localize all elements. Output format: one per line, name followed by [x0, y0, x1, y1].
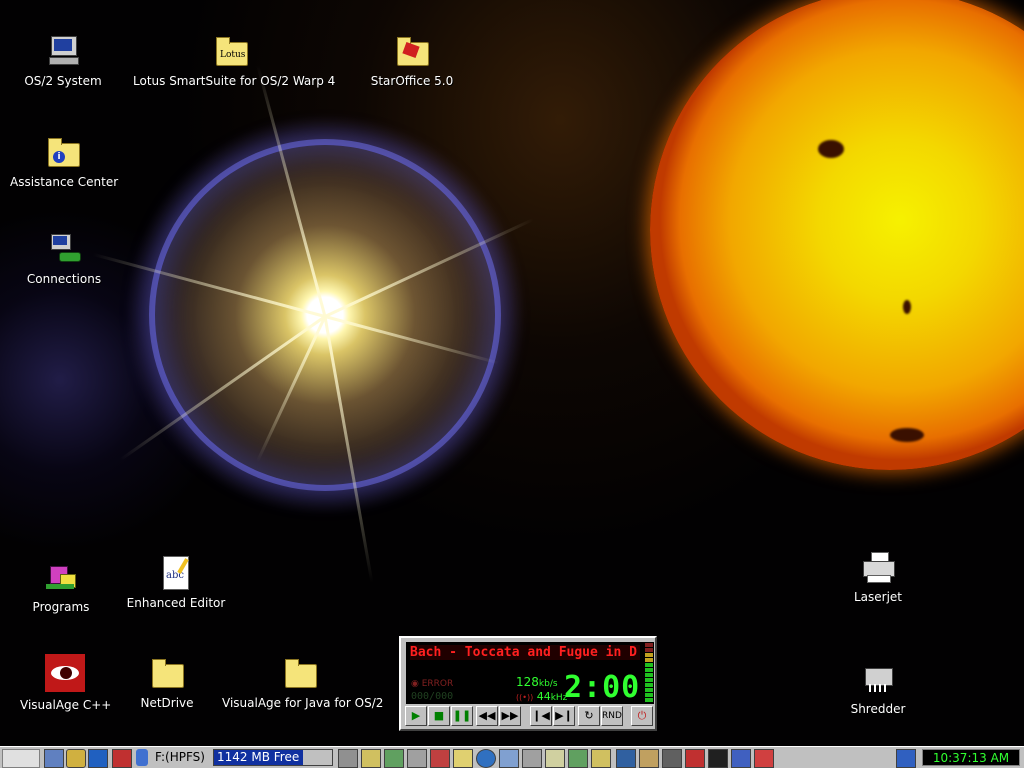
- icon-label: Connections: [26, 272, 102, 286]
- tray-icon[interactable]: [476, 749, 496, 768]
- tray-icon[interactable]: [754, 749, 774, 768]
- pause-button[interactable]: ❚❚: [451, 706, 473, 726]
- shredder-machine-icon: [861, 662, 895, 696]
- os2-logo-icon[interactable]: [2, 749, 40, 768]
- power-button[interactable]: ⏻: [631, 706, 653, 726]
- bitrate-value: 128: [516, 675, 539, 689]
- laserjet-icon[interactable]: Laserjet: [838, 550, 918, 604]
- system-monitor-icon[interactable]: [112, 749, 132, 768]
- tray-icon[interactable]: [639, 749, 659, 768]
- desktop-background: OS/2 System Lotus Lotus SmartSuite for O…: [0, 0, 1024, 746]
- computer-icon: [46, 34, 80, 68]
- warpcenter-taskbar: F:(HPFS) 1142 MB Free 10:37:13 AM: [0, 746, 1024, 768]
- free-space-text: 1142 MB Free: [217, 750, 300, 764]
- lock-icon[interactable]: [66, 749, 86, 768]
- os2-system-icon[interactable]: OS/2 System: [18, 34, 108, 88]
- free-space-meter[interactable]: 1142 MB Free: [213, 749, 333, 766]
- player-display: Bach - Toccata and Fugue in D ◉ ERROR 00…: [406, 642, 644, 705]
- folder-icon: [283, 656, 317, 690]
- tray-icon[interactable]: [616, 749, 636, 768]
- visualage-java-icon[interactable]: VisualAge for Java for OS/2: [222, 656, 384, 710]
- tray-icon[interactable]: [591, 749, 611, 768]
- icon-label: Enhanced Editor: [126, 596, 226, 610]
- folder-icon: Lotus: [214, 34, 248, 68]
- tray-icon[interactable]: [522, 749, 542, 768]
- samplerate-value: 44: [536, 690, 551, 703]
- bitrate: 128kb/s: [516, 675, 558, 689]
- connections-icon[interactable]: Connections: [19, 232, 109, 286]
- window-list-icon[interactable]: [44, 749, 64, 768]
- netdrive-icon[interactable]: NetDrive: [122, 656, 212, 710]
- tray-icon[interactable]: [662, 749, 682, 768]
- find-icon[interactable]: [88, 749, 108, 768]
- icon-label: StarOffice 5.0: [370, 74, 454, 88]
- shredder-icon[interactable]: Shredder: [838, 662, 918, 716]
- icon-label: OS/2 System: [24, 74, 102, 88]
- error-label: ERROR: [421, 679, 454, 689]
- tray-icon[interactable]: [731, 749, 751, 768]
- clock[interactable]: 10:37:13 AM: [922, 749, 1020, 766]
- tray-icon[interactable]: [453, 749, 473, 768]
- icon-label: Assistance Center: [10, 175, 119, 189]
- tray-icon[interactable]: [499, 749, 519, 768]
- volume-meter[interactable]: [644, 642, 654, 704]
- lotus-smartsuite-icon[interactable]: Lotus Lotus SmartSuite for OS/2 Warp 4: [133, 34, 336, 88]
- icon-label: Programs: [32, 600, 90, 614]
- song-title: Bach - Toccata and Fugue in D: [410, 645, 640, 660]
- tray-icon[interactable]: [407, 749, 427, 768]
- media-player[interactable]: Bach - Toccata and Fugue in D ◉ ERROR 00…: [399, 636, 657, 731]
- drive-label[interactable]: F:(HPFS): [155, 749, 205, 766]
- programs-icon[interactable]: Programs: [16, 560, 106, 614]
- stop-button[interactable]: ■: [428, 706, 450, 726]
- track-counter: 000/000: [411, 691, 454, 702]
- programs-box-icon: [44, 560, 78, 594]
- icon-label: NetDrive: [140, 696, 194, 710]
- next-track-button[interactable]: ▶❙: [553, 706, 575, 726]
- sun-image: [650, 0, 1024, 470]
- staroffice-icon[interactable]: StarOffice 5.0: [367, 34, 457, 88]
- folder-icon: i: [46, 135, 80, 169]
- folder-icon: [395, 34, 429, 68]
- rewind-button[interactable]: ◀◀: [476, 706, 498, 726]
- random-button[interactable]: RND: [601, 706, 623, 726]
- bitrate-unit: kb/s: [538, 679, 558, 689]
- icon-label: VisualAge C++: [20, 698, 112, 712]
- tray-icon[interactable]: [361, 749, 381, 768]
- tray-icon[interactable]: [685, 749, 705, 768]
- assistance-center-icon[interactable]: i Assistance Center: [10, 135, 119, 189]
- folder-icon: [150, 656, 184, 690]
- random-label: RND: [602, 711, 622, 721]
- icon-label: Shredder: [850, 702, 906, 716]
- document-icon: abc: [159, 556, 193, 590]
- network-computer-icon: [47, 232, 81, 266]
- visualage-cpp-icon[interactable]: VisualAge C++: [20, 654, 112, 712]
- icon-label: Laserjet: [853, 590, 903, 604]
- previous-track-button[interactable]: ❙◀: [530, 706, 552, 726]
- drive-icon[interactable]: [136, 749, 148, 766]
- play-button[interactable]: ▶: [405, 706, 427, 726]
- lotus-badge: Lotus: [220, 50, 246, 60]
- icon-label: Lotus SmartSuite for OS/2 Warp 4: [133, 74, 336, 88]
- info-icon[interactable]: [896, 749, 916, 768]
- tray-icon[interactable]: [545, 749, 565, 768]
- fast-forward-button[interactable]: ▶▶: [499, 706, 521, 726]
- printer-icon: [861, 550, 895, 584]
- tray-icon[interactable]: [708, 749, 728, 768]
- elapsed-time: 2:00: [564, 670, 641, 705]
- error-indicator: ◉ ERROR: [411, 679, 454, 689]
- enhanced-editor-icon[interactable]: abc Enhanced Editor: [126, 556, 226, 610]
- tray-icon[interactable]: [430, 749, 450, 768]
- tray-icon[interactable]: [384, 749, 404, 768]
- tray-icon[interactable]: [568, 749, 588, 768]
- tray-icon[interactable]: [338, 749, 358, 768]
- samplerate: ((•)) 44kHz: [516, 690, 568, 703]
- eye-icon: [45, 654, 85, 694]
- icon-label: VisualAge for Java for OS/2: [222, 696, 384, 710]
- repeat-button[interactable]: ↻: [578, 706, 600, 726]
